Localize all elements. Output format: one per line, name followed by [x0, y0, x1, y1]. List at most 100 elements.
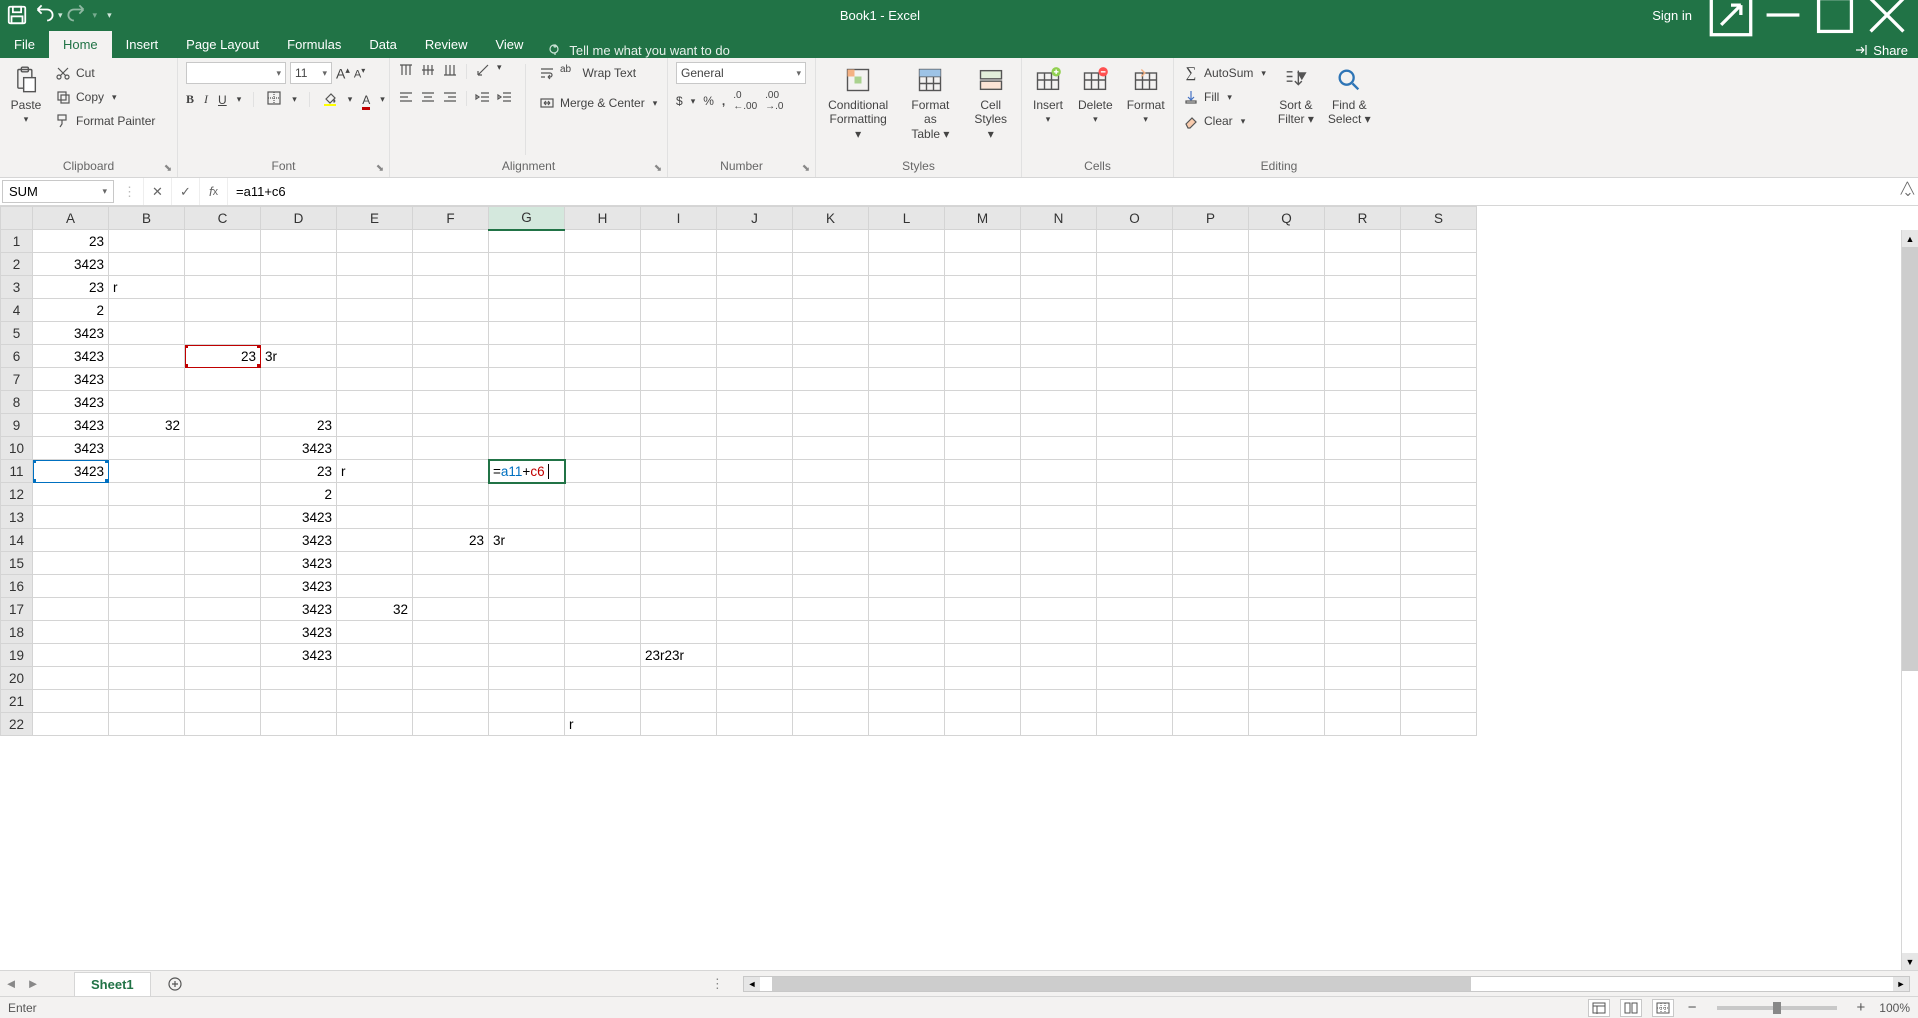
cell-H11[interactable] — [565, 460, 641, 483]
cancel-formula-button[interactable]: ✕ — [144, 178, 172, 205]
fill-button[interactable]: Fill▾ — [1182, 86, 1266, 108]
cell-F22[interactable] — [413, 713, 489, 736]
cell-O9[interactable] — [1097, 414, 1173, 437]
tell-me-search[interactable]: Tell me what you want to do — [537, 42, 739, 58]
cell-G2[interactable] — [489, 253, 565, 276]
cell-C16[interactable] — [185, 575, 261, 598]
row-header-21[interactable]: 21 — [1, 690, 33, 713]
cell-M10[interactable] — [945, 437, 1021, 460]
column-header-F[interactable]: F — [413, 207, 489, 230]
cell-D17[interactable]: 3423 — [261, 598, 337, 621]
cell-I4[interactable] — [641, 299, 717, 322]
cell-H7[interactable] — [565, 368, 641, 391]
redo-icon[interactable] — [67, 4, 89, 26]
cell-B14[interactable] — [109, 529, 185, 552]
cell-J6[interactable] — [717, 345, 793, 368]
column-header-O[interactable]: O — [1097, 207, 1173, 230]
cell-H14[interactable] — [565, 529, 641, 552]
cell-J18[interactable] — [717, 621, 793, 644]
cell-P12[interactable] — [1173, 483, 1249, 506]
ribbon-display-options-icon[interactable] — [1708, 0, 1754, 30]
cell-H9[interactable] — [565, 414, 641, 437]
merge-center-button[interactable]: Merge & Center▾ — [538, 92, 657, 114]
cell-R18[interactable] — [1325, 621, 1401, 644]
cell-J3[interactable] — [717, 276, 793, 299]
cell-D4[interactable] — [261, 299, 337, 322]
cell-I3[interactable] — [641, 276, 717, 299]
cell-J7[interactable] — [717, 368, 793, 391]
cell-H20[interactable] — [565, 667, 641, 690]
cell-S12[interactable] — [1401, 483, 1477, 506]
cell-E22[interactable] — [337, 713, 413, 736]
find-select-button[interactable]: Find &Select ▾ — [1326, 62, 1373, 129]
cell-R16[interactable] — [1325, 575, 1401, 598]
cell-C21[interactable] — [185, 690, 261, 713]
row-header-22[interactable]: 22 — [1, 713, 33, 736]
cell-P1[interactable] — [1173, 230, 1249, 253]
cell-M20[interactable] — [945, 667, 1021, 690]
cell-H17[interactable] — [565, 598, 641, 621]
cell-C20[interactable] — [185, 667, 261, 690]
cell-J8[interactable] — [717, 391, 793, 414]
cell-R21[interactable] — [1325, 690, 1401, 713]
align-right-icon[interactable] — [442, 89, 458, 108]
cell-G20[interactable] — [489, 667, 565, 690]
column-header-P[interactable]: P — [1173, 207, 1249, 230]
cell-L3[interactable] — [869, 276, 945, 299]
cell-N10[interactable] — [1021, 437, 1097, 460]
tab-review[interactable]: Review — [411, 31, 482, 58]
cell-H1[interactable] — [565, 230, 641, 253]
tab-data[interactable]: Data — [355, 31, 410, 58]
zoom-in-button[interactable]: + — [1853, 999, 1870, 1016]
cell-B22[interactable] — [109, 713, 185, 736]
cell-M18[interactable] — [945, 621, 1021, 644]
cell-S4[interactable] — [1401, 299, 1477, 322]
cell-C17[interactable] — [185, 598, 261, 621]
cell-L6[interactable] — [869, 345, 945, 368]
cell-D9[interactable]: 23 — [261, 414, 337, 437]
cell-Q18[interactable] — [1249, 621, 1325, 644]
worksheet-grid[interactable]: ABCDEFGHIJKLMNOPQRS12323423323r425342363… — [0, 206, 1918, 970]
cell-A16[interactable] — [33, 575, 109, 598]
cell-P16[interactable] — [1173, 575, 1249, 598]
cell-G5[interactable] — [489, 322, 565, 345]
cell-C3[interactable] — [185, 276, 261, 299]
cell-E14[interactable] — [337, 529, 413, 552]
close-button[interactable] — [1864, 0, 1910, 30]
enter-formula-button[interactable]: ✓ — [172, 178, 200, 205]
cell-S8[interactable] — [1401, 391, 1477, 414]
cell-K10[interactable] — [793, 437, 869, 460]
cell-N13[interactable] — [1021, 506, 1097, 529]
cell-N1[interactable] — [1021, 230, 1097, 253]
cell-F11[interactable] — [413, 460, 489, 483]
cell-F7[interactable] — [413, 368, 489, 391]
autosum-button[interactable]: ∑AutoSum▾ — [1182, 62, 1266, 84]
cell-D21[interactable] — [261, 690, 337, 713]
column-header-E[interactable]: E — [337, 207, 413, 230]
cell-J14[interactable] — [717, 529, 793, 552]
row-header-12[interactable]: 12 — [1, 483, 33, 506]
cell-R10[interactable] — [1325, 437, 1401, 460]
cell-E11[interactable]: r — [337, 460, 413, 483]
decrease-indent-icon[interactable] — [475, 89, 491, 108]
cell-S13[interactable] — [1401, 506, 1477, 529]
cell-M21[interactable] — [945, 690, 1021, 713]
name-box[interactable]: SUM▾ — [2, 180, 114, 203]
cell-B16[interactable] — [109, 575, 185, 598]
cell-L2[interactable] — [869, 253, 945, 276]
decrease-font-icon[interactable]: A▾ — [354, 66, 365, 81]
paste-button[interactable]: Paste ▾ — [8, 62, 44, 127]
cell-O1[interactable] — [1097, 230, 1173, 253]
cell-M17[interactable] — [945, 598, 1021, 621]
scroll-down-icon[interactable]: ▼ — [1902, 953, 1918, 970]
cell-K3[interactable] — [793, 276, 869, 299]
row-header-7[interactable]: 7 — [1, 368, 33, 391]
cell-H12[interactable] — [565, 483, 641, 506]
scroll-up-icon[interactable]: ▲ — [1902, 230, 1918, 247]
cell-G18[interactable] — [489, 621, 565, 644]
cell-B17[interactable] — [109, 598, 185, 621]
clipboard-dialog-launcher[interactable]: ⬊ — [161, 161, 175, 175]
cell-M7[interactable] — [945, 368, 1021, 391]
cell-I22[interactable] — [641, 713, 717, 736]
cell-S20[interactable] — [1401, 667, 1477, 690]
